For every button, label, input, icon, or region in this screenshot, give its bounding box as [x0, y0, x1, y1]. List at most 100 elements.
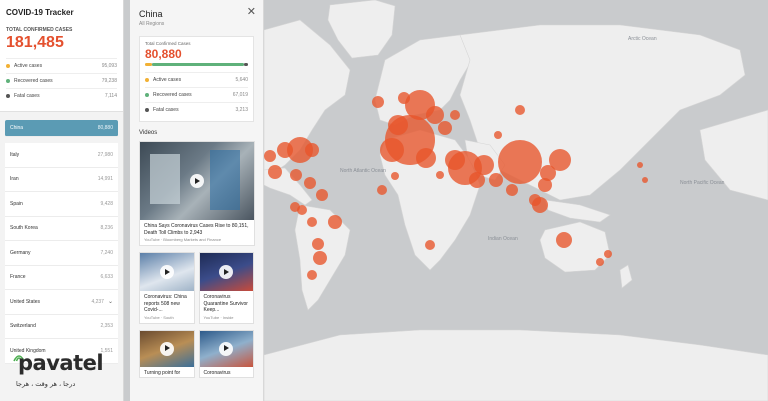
case-bubble[interactable]: [388, 115, 408, 135]
case-bubble[interactable]: [532, 197, 548, 213]
country-item-france[interactable]: France 6,633: [5, 265, 118, 290]
country-name: China: [10, 125, 24, 131]
country-value: 14,991: [97, 176, 113, 183]
country-item-spain[interactable]: Spain 9,428: [5, 192, 118, 217]
case-bubble[interactable]: [398, 92, 410, 104]
country-item-italy[interactable]: Italy 27,980: [5, 143, 118, 168]
country-item-united-states[interactable]: United States 4,237 ⌄: [5, 290, 118, 315]
case-bubble[interactable]: [515, 105, 525, 115]
case-bubble[interactable]: [328, 215, 342, 229]
case-bubble[interactable]: [290, 169, 302, 181]
active-segment: [145, 63, 153, 66]
case-bubble[interactable]: [307, 217, 317, 227]
fatal-cases-stat: Fatal cases 7,114: [6, 88, 117, 103]
case-bubble[interactable]: [489, 173, 503, 187]
region-total-value: 80,880: [145, 47, 182, 61]
pavatel-logo: pavatel درجا ، هر وقت ، هرجا: [4, 347, 120, 395]
case-bubble[interactable]: [498, 140, 542, 184]
case-bubble[interactable]: [377, 185, 387, 195]
case-bubble[interactable]: [277, 142, 293, 158]
case-bubble[interactable]: [307, 270, 317, 280]
tracker-sidebar: COVID-19 Tracker TOTAL CONFIRMED CASES 1…: [0, 0, 124, 401]
case-bubble[interactable]: [426, 106, 444, 124]
play-icon[interactable]: [190, 174, 204, 188]
video-title[interactable]: China Says Coronavirus Cases Rise to 80,…: [140, 220, 254, 237]
case-bubble[interactable]: [372, 96, 384, 108]
case-bubble[interactable]: [312, 238, 324, 250]
country-item-iran[interactable]: Iran 14,991: [5, 167, 118, 192]
video-thumbnail[interactable]: [199, 330, 253, 367]
video-title[interactable]: Coronavirus: [200, 367, 254, 378]
case-bubble[interactable]: [438, 121, 452, 135]
total-confirmed-value: 181,485: [6, 34, 64, 51]
fatal-dot-icon: [145, 108, 149, 112]
video-title[interactable]: Coronavirus Quarantine Survivor Keep...: [200, 291, 254, 315]
country-item-germany[interactable]: Germany 7,240: [5, 241, 118, 266]
case-bubble[interactable]: [305, 143, 319, 157]
case-bubble[interactable]: [313, 251, 327, 265]
case-bubble[interactable]: [391, 172, 399, 180]
play-icon[interactable]: [219, 265, 234, 279]
case-bubble[interactable]: [556, 232, 572, 248]
logo-tagline: درجا ، هر وقت ، هرجا: [16, 380, 76, 388]
video-title[interactable]: Coronavirus: China reports 508 new Covid…: [140, 291, 194, 315]
case-bubble[interactable]: [596, 258, 604, 266]
stat-value: 79,238: [101, 78, 117, 84]
case-bubble[interactable]: [604, 250, 612, 258]
close-icon[interactable]: ✕: [247, 5, 256, 18]
case-bubble[interactable]: [264, 150, 276, 162]
case-bubble[interactable]: [380, 138, 404, 162]
video-title[interactable]: Turning point for: [140, 367, 194, 378]
country-item-south-korea[interactable]: South Korea 8,236: [5, 216, 118, 241]
video-card[interactable]: China Says Coronavirus Cases Rise to 80,…: [139, 141, 255, 246]
video-card[interactable]: Turning point for: [139, 329, 195, 378]
region-fatal-stat: Fatal cases 3,213: [145, 102, 248, 117]
country-name: Iran: [10, 176, 19, 183]
chevron-down-icon[interactable]: ⌄: [108, 298, 113, 305]
video-thumbnail[interactable]: [199, 253, 253, 291]
video-thumbnail[interactable]: [140, 253, 194, 291]
case-bubble[interactable]: [316, 189, 328, 201]
case-bubble[interactable]: [290, 202, 300, 212]
case-bubble[interactable]: [445, 150, 465, 170]
country-name: United States: [10, 298, 41, 305]
country-name: South Korea: [10, 225, 38, 232]
play-icon[interactable]: [159, 341, 174, 356]
fatal-segment: [243, 63, 248, 66]
case-bubble[interactable]: [450, 110, 460, 120]
country-item-switzerland[interactable]: Switzerland 2,353: [5, 314, 118, 339]
country-value: 27,980: [97, 151, 113, 158]
logo-brand: pavatel: [18, 351, 104, 375]
case-bubble[interactable]: [436, 171, 444, 179]
map-label-pacific: North Pacific Ocean: [680, 180, 725, 186]
play-icon[interactable]: [159, 265, 174, 279]
stat-value: 5,640: [235, 77, 248, 83]
case-bubble[interactable]: [506, 184, 518, 196]
country-name: Germany: [10, 249, 31, 256]
case-bubble[interactable]: [642, 177, 648, 183]
case-bubble[interactable]: [637, 162, 643, 168]
video-thumbnail[interactable]: [140, 142, 254, 220]
case-bubble[interactable]: [540, 165, 556, 181]
case-bubble[interactable]: [494, 131, 502, 139]
video-card[interactable]: Coronavirus Quarantine Survivor Keep... …: [198, 252, 254, 324]
video-card[interactable]: Coronavirus: China reports 508 new Covid…: [139, 252, 195, 324]
case-bubble[interactable]: [416, 148, 436, 168]
video-row: Turning point for Coronavirus: [139, 329, 254, 378]
case-bubble[interactable]: [304, 177, 316, 189]
region-total-label: Total Confirmed Cases: [145, 41, 191, 46]
recovered-cases-stat: Recovered cases 79,238: [6, 73, 117, 88]
video-thumbnail[interactable]: [140, 330, 194, 367]
recovered-segment: [152, 63, 244, 66]
stat-value: 7,114: [104, 93, 117, 99]
country-name: France: [10, 274, 26, 281]
case-bubble[interactable]: [268, 165, 282, 179]
case-bubble[interactable]: [469, 172, 485, 188]
country-item-china[interactable]: China 80,880: [5, 120, 118, 137]
case-bubble[interactable]: [425, 240, 435, 250]
play-icon[interactable]: [219, 341, 234, 356]
video-card[interactable]: Coronavirus: [198, 329, 254, 378]
country-name: Spain: [10, 200, 23, 207]
app-title: COVID-19 Tracker: [6, 8, 74, 17]
region-active-stat: Active cases 5,640: [145, 72, 248, 87]
